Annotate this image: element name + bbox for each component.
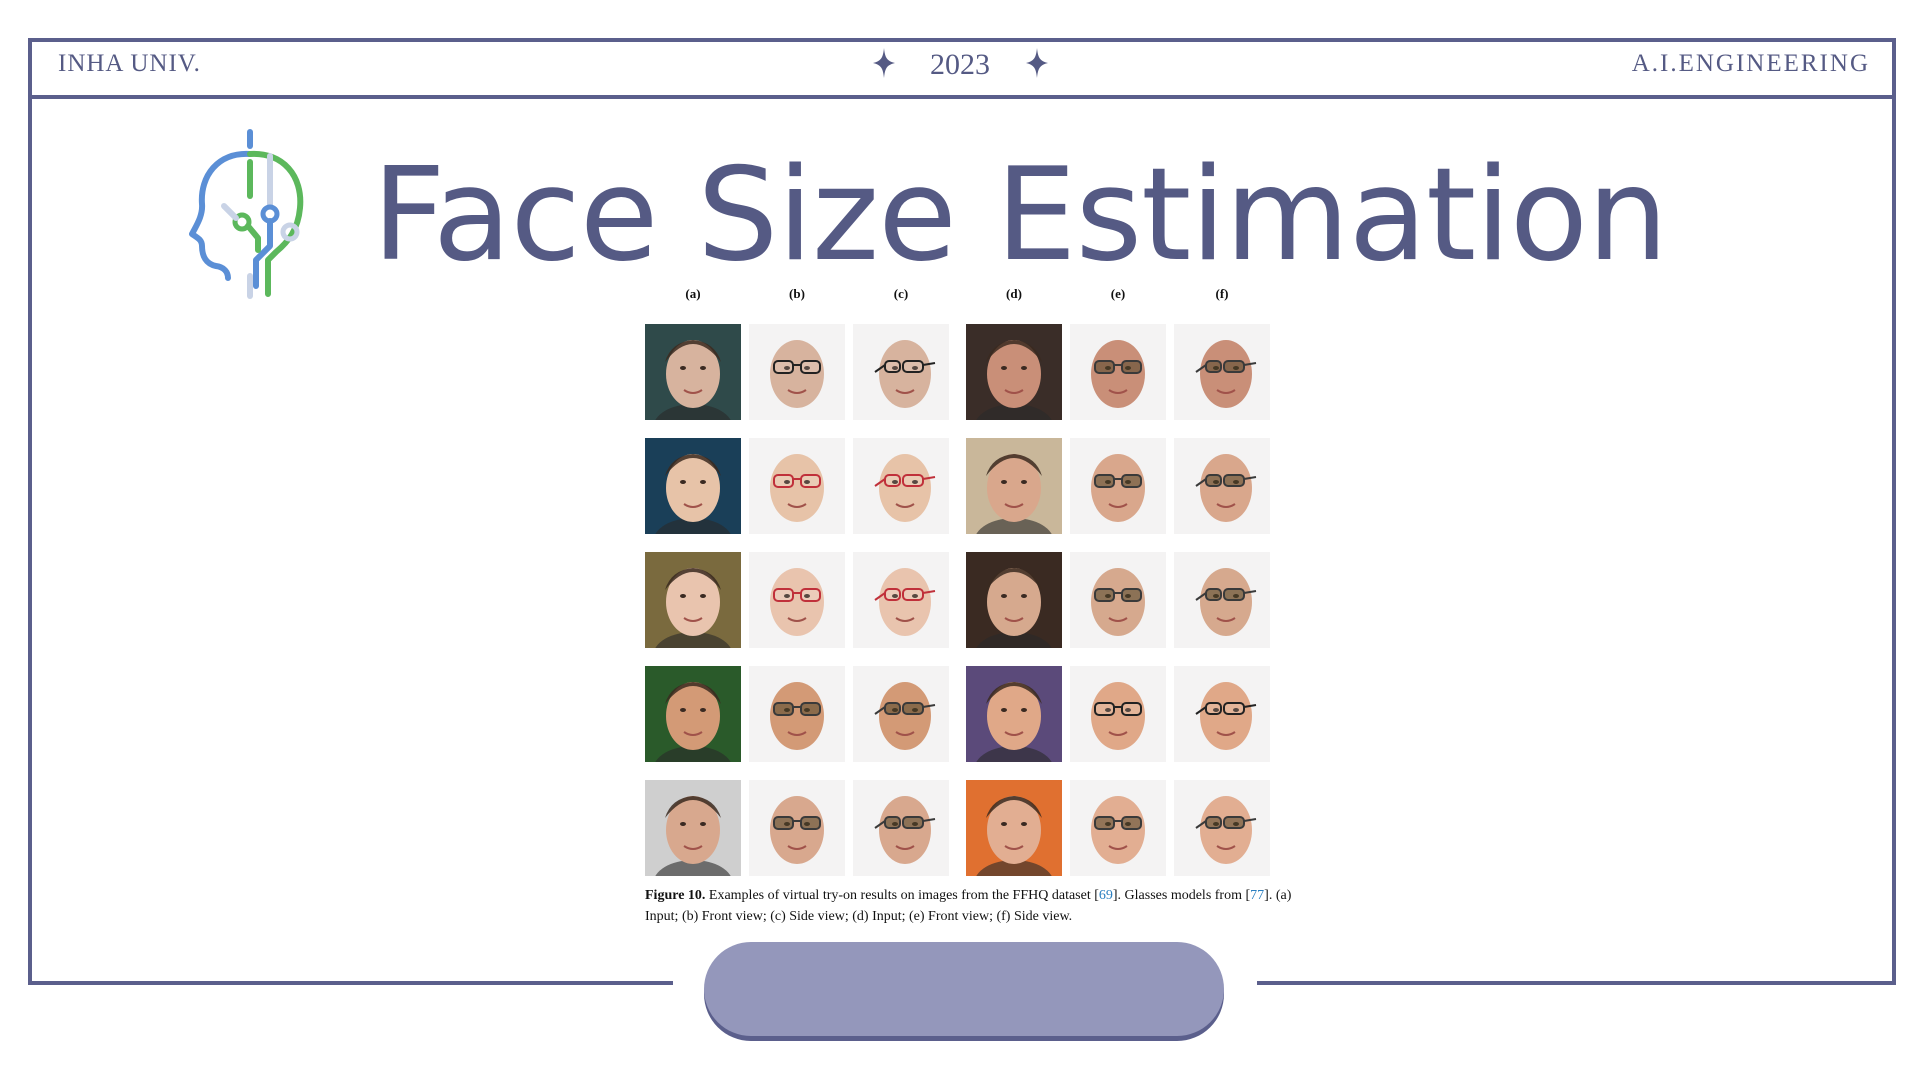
face-tile-row3-side-view-f — [1174, 552, 1270, 648]
sparkle-right-icon — [1025, 48, 1048, 86]
header-divider — [28, 95, 1896, 99]
face-tile-row1-input-d — [966, 324, 1062, 420]
face-tile-row1-front-view-e — [1070, 324, 1166, 420]
column-label-b: (b) — [789, 286, 805, 301]
face-tile-row1-side-view-f — [1174, 324, 1270, 420]
face-tile-row2-input-d — [966, 438, 1062, 534]
face-tile-row1-input-a — [645, 324, 741, 420]
face-tile-row3-input-a — [645, 552, 741, 648]
ai-head-circuit-icon — [188, 126, 328, 308]
caption-label: Figure 10. — [645, 888, 706, 903]
figure-caption: Figure 10. Examples of virtual try-on re… — [645, 885, 1305, 927]
face-tile-row5-input-a — [645, 780, 741, 876]
column-label-f: (f) — [1215, 286, 1229, 301]
face-tile-row5-front-view-e — [1070, 780, 1166, 876]
face-tile-row4-input-d — [966, 666, 1062, 762]
face-tile-row3-front-view-e — [1070, 552, 1166, 648]
face-tile-row3-side-view-c — [853, 552, 949, 648]
face-tile-row3-input-d — [966, 552, 1062, 648]
header-department: A.I.ENGINEERING — [1631, 50, 1870, 77]
column-label-c: (c) — [893, 286, 909, 301]
caption-text-1: Examples of virtual try-on results on im… — [705, 888, 1099, 903]
face-tile-row1-side-view-c — [853, 324, 949, 420]
face-tile-row2-side-view-c — [853, 438, 949, 534]
face-tile-row2-front-view-b — [749, 438, 845, 534]
face-tile-row1-front-view-b — [749, 324, 845, 420]
face-tile-row2-front-view-e — [1070, 438, 1166, 534]
column-labels: (a) (b) (c) (d) (e) (f) — [645, 286, 1295, 306]
face-tile-row3-front-view-b — [749, 552, 845, 648]
face-tile-row4-front-view-b — [749, 666, 845, 762]
face-tile-row5-front-view-b — [749, 780, 845, 876]
caption-text-2: ]. Glasses models from [ — [1112, 888, 1251, 903]
caption-ref-69[interactable]: 69 — [1099, 888, 1113, 903]
face-tile-row4-side-view-f — [1174, 666, 1270, 762]
face-tile-row4-front-view-e — [1070, 666, 1166, 762]
face-tile-row4-input-a — [645, 666, 741, 762]
column-label-d: (d) — [1006, 286, 1022, 301]
face-tile-row5-side-view-f — [1174, 780, 1270, 876]
face-tile-row2-input-a — [645, 438, 741, 534]
header-year: 2023 — [930, 48, 990, 81]
caption-ref-77[interactable]: 77 — [1250, 888, 1264, 903]
face-tile-row2-side-view-f — [1174, 438, 1270, 534]
column-label-e: (e) — [1110, 286, 1126, 301]
column-label-a: (a) — [685, 286, 701, 301]
face-tile-row4-side-view-c — [853, 666, 949, 762]
sparkle-left-icon — [872, 48, 895, 86]
face-tile-row5-input-d — [966, 780, 1062, 876]
footer-pill-decoration — [704, 942, 1224, 1036]
face-tile-row5-side-view-c — [853, 780, 949, 876]
slide-title: Face Size Estimation — [372, 141, 1668, 290]
